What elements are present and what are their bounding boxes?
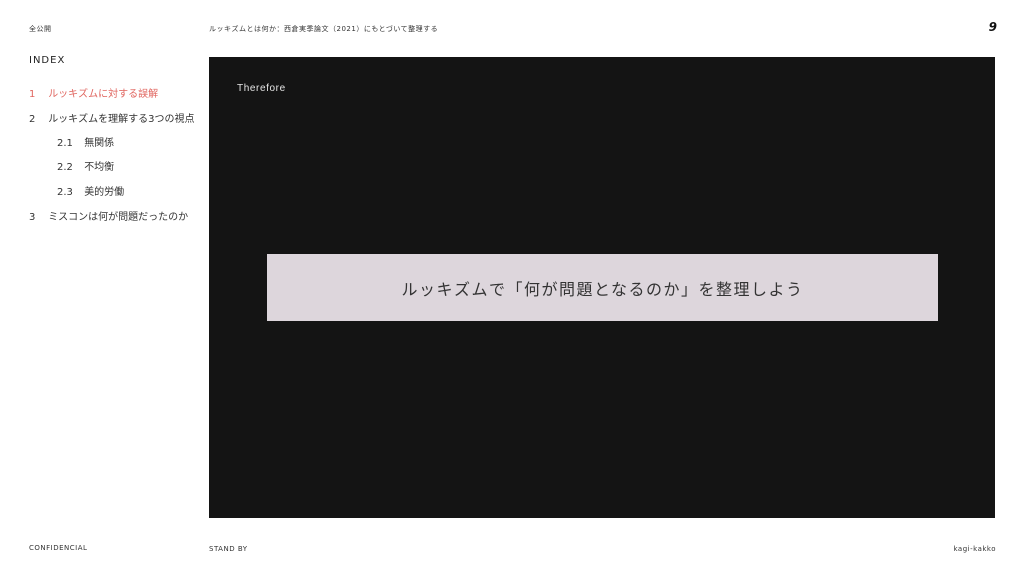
message-box: ルッキズムで「何が問題となるのか」を整理しよう [267, 254, 938, 321]
message-text: ルッキズムで「何が問題となるのか」を整理しよう [401, 279, 804, 299]
toc-number: 2.2 [57, 162, 73, 173]
footer-brand: kagi-kakko [953, 545, 996, 553]
document-title: ルッキズムとは何か：西倉実季論文（2021）にもとづいて整理する [209, 25, 439, 33]
footer-status: STAND BY [209, 545, 248, 553]
visibility-label: 全公開 [29, 25, 52, 33]
toc-label: 不均衡 [84, 162, 115, 173]
toc-label: 美的労働 [84, 187, 125, 198]
footer-confidential: CONFIDENCIAL [29, 544, 88, 552]
toc-item-2-2[interactable]: 2.2 不均衡 [57, 158, 114, 173]
toc-item-1[interactable]: 1 ルッキズムに対する誤解 [29, 85, 158, 100]
toc-number: 2.3 [57, 187, 73, 198]
toc-item-2-3[interactable]: 2.3 美的労働 [57, 183, 124, 198]
index-heading: INDEX [29, 55, 66, 66]
toc-number: 2.1 [57, 138, 73, 149]
toc-label: ルッキズムを理解する3つの視点 [48, 114, 195, 125]
toc-item-2-1[interactable]: 2.1 無関係 [57, 134, 114, 149]
toc-number: 1 [29, 89, 36, 100]
toc-item-3[interactable]: 3 ミスコンは何が問題だったのか [29, 208, 188, 223]
toc-item-2[interactable]: 2 ルッキズムを理解する3つの視点 [29, 110, 195, 125]
toc-label: ルッキズムに対する誤解 [48, 89, 159, 100]
toc-number: 2 [29, 114, 36, 125]
toc-number: 3 [29, 212, 36, 223]
slide-label: Therefore [237, 83, 286, 94]
page-number: 9 [988, 20, 997, 34]
toc-label: 無関係 [84, 138, 115, 149]
slide-panel: Therefore ルッキズムで「何が問題となるのか」を整理しよう [209, 57, 995, 518]
toc-label: ミスコンは何が問題だったのか [48, 212, 189, 223]
